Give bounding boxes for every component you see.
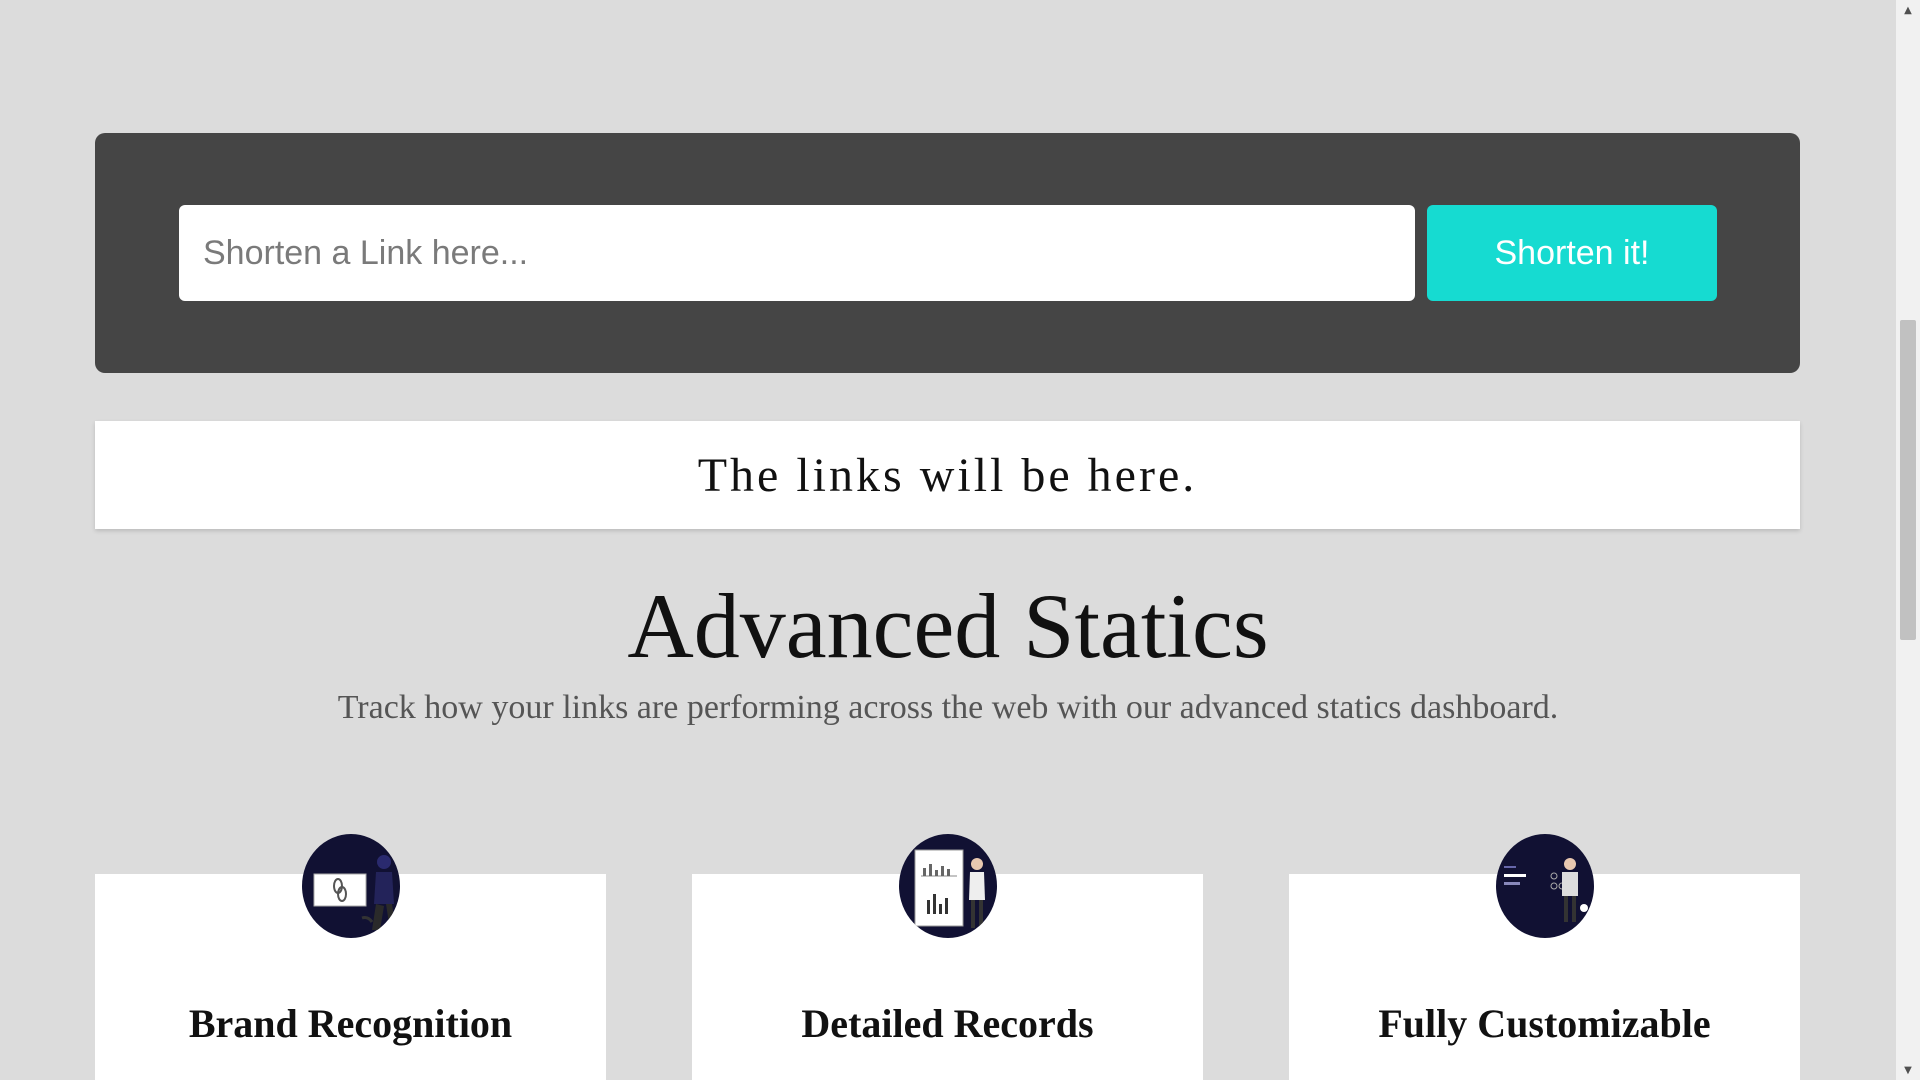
feature-card-fully-customizable: Fully Customizable (1289, 834, 1800, 1080)
shorten-form: Shorten it! (95, 133, 1800, 373)
scroll-down-arrow-icon[interactable]: ▼ (1896, 1060, 1920, 1080)
card-title: Fully Customizable (1378, 1001, 1711, 1046)
links-placeholder-text: The links will be here. (697, 448, 1198, 502)
card-title: Detailed Records (801, 1001, 1094, 1046)
feature-card-brand-recognition: Brand Recognition (95, 834, 606, 1080)
link-input[interactable] (179, 205, 1415, 301)
chart-illustration-icon (899, 834, 997, 938)
scroll-thumb[interactable] (1900, 320, 1916, 640)
section-title: Advanced Statics (627, 575, 1269, 677)
links-panel: The links will be here. (95, 421, 1800, 529)
scroll-up-arrow-icon[interactable]: ▲ (1896, 0, 1920, 20)
shorten-button[interactable]: Shorten it! (1427, 205, 1717, 301)
page: Shorten it! The links will be here. Adva… (0, 0, 1896, 1080)
link-illustration-icon (302, 834, 400, 938)
section-subtitle: Track how your links are performing acro… (337, 689, 1559, 726)
customize-illustration-icon (1496, 834, 1594, 938)
vertical-scrollbar[interactable]: ▲ ▼ (1896, 0, 1920, 1080)
card-title: Brand Recognition (188, 1001, 513, 1046)
feature-card-detailed-records: Detailed Records (692, 834, 1203, 1080)
